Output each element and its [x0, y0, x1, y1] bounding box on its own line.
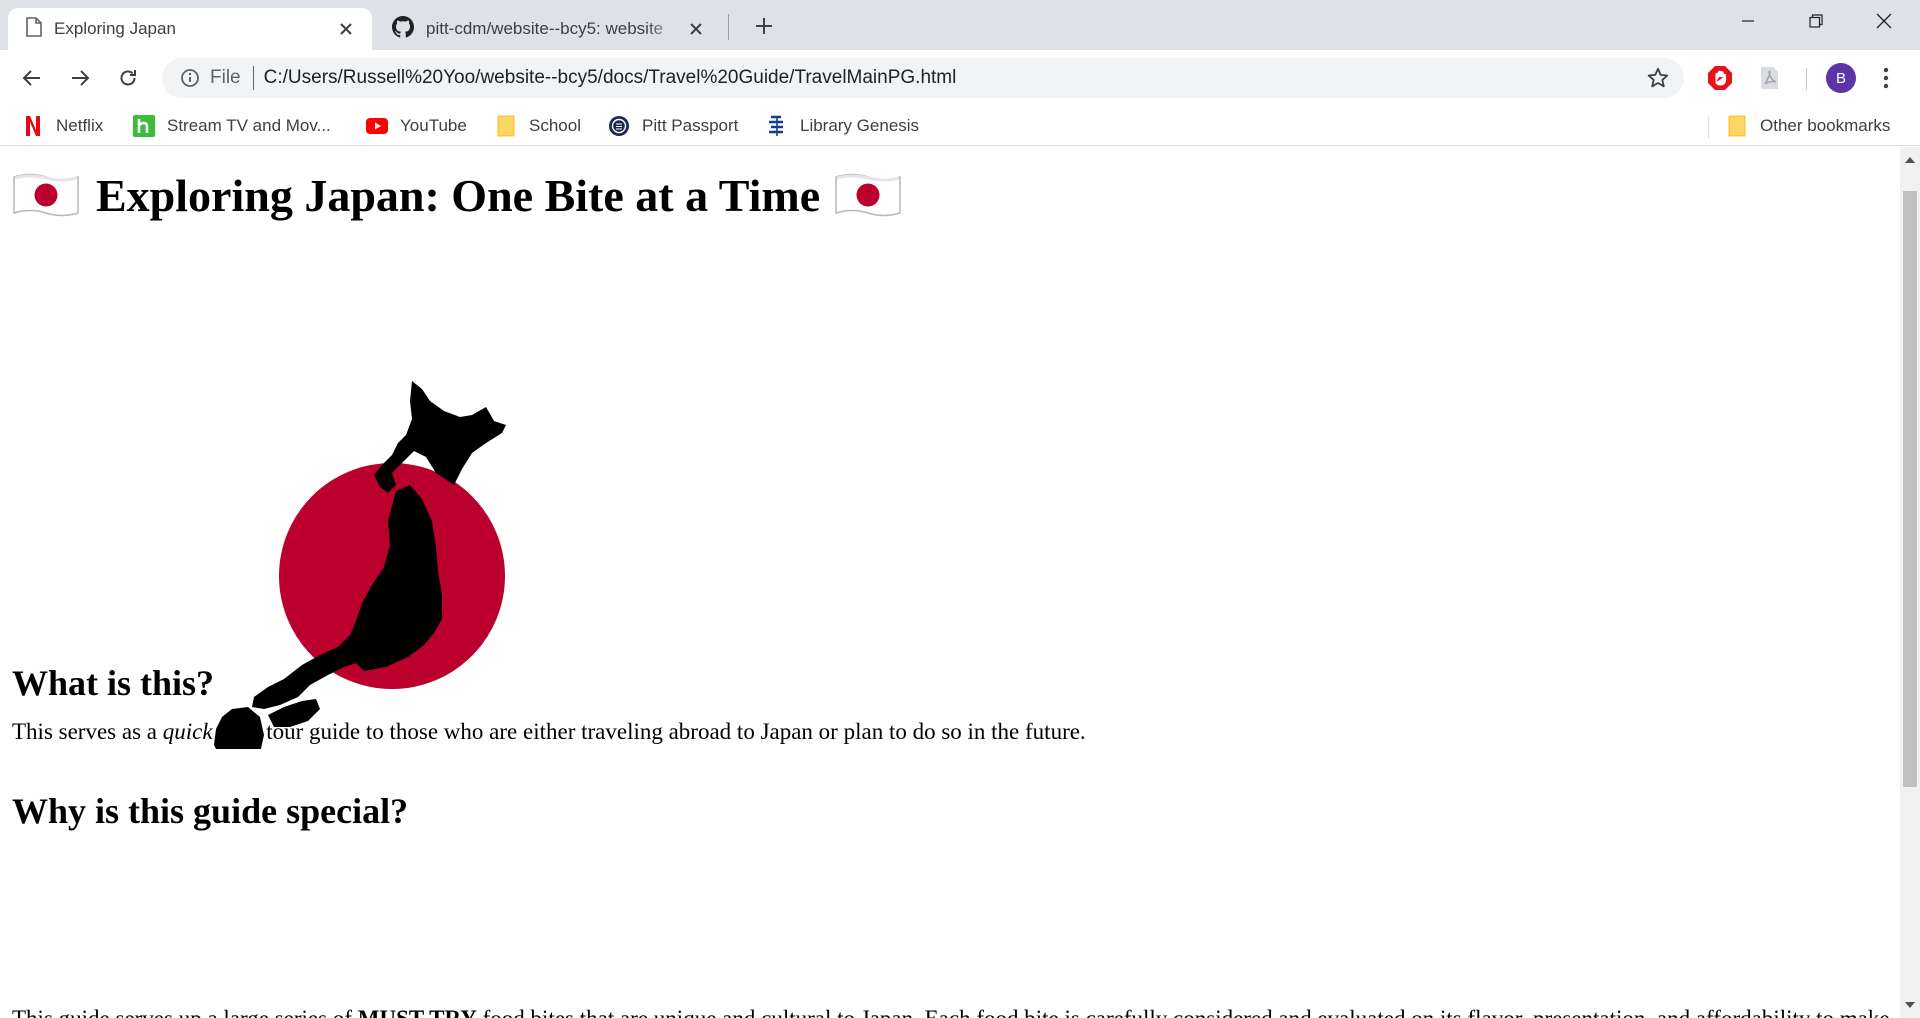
section-text-what: This serves as a quick food tour guide t…: [12, 719, 1086, 744]
tab-title: Exploring Japan: [54, 19, 176, 38]
github-icon: [392, 15, 414, 43]
bookmark-youtube[interactable]: YouTube: [366, 112, 467, 140]
netflix-icon: [22, 115, 44, 137]
close-icon: [1876, 13, 1892, 29]
close-window-button[interactable]: [1852, 0, 1916, 42]
minimize-icon: [1742, 20, 1754, 22]
restore-button[interactable]: [1784, 0, 1848, 42]
section-text-why: This guide serves up a large series of M…: [12, 1006, 1890, 1018]
youtube-icon: [366, 115, 388, 137]
close-tab-icon[interactable]: [334, 17, 358, 41]
toolbar-divider: [1806, 68, 1807, 90]
bookmark-label: Netflix: [56, 116, 104, 135]
plus-icon: [756, 18, 772, 34]
menu-button[interactable]: [1872, 64, 1900, 92]
folder-icon: [495, 115, 517, 137]
url-scheme: File: [210, 67, 241, 88]
profile-avatar[interactable]: B: [1826, 63, 1856, 93]
bookmark-label: YouTube: [400, 116, 467, 135]
section-heading-why: Why is this guide special?: [12, 791, 409, 831]
address-bar[interactable]: File C:/Users/Russell%20Yoo/website--bcy…: [162, 58, 1684, 98]
restore-icon: [1809, 14, 1823, 28]
bookmark-hulu[interactable]: Stream TV and Mov...: [133, 112, 331, 140]
library-icon: [766, 115, 788, 137]
section-heading-what: What is this?: [12, 663, 215, 703]
japan-flag-icon: [12, 172, 80, 218]
bookmark-star-icon[interactable]: [1646, 66, 1670, 90]
kebab-menu-icon: [1883, 67, 1889, 89]
adblock-extension-icon[interactable]: [1706, 64, 1734, 92]
scrollbar-thumb[interactable]: [1903, 191, 1917, 787]
tab-exploring-japan[interactable]: Exploring Japan: [8, 8, 372, 50]
bookmarks-bar: Netflix Stream TV and Mov... YouTube Sch…: [0, 106, 1920, 146]
bookmarks-divider: [1708, 116, 1709, 138]
reload-button[interactable]: [110, 60, 146, 96]
bookmark-school[interactable]: School: [495, 112, 581, 140]
url-text[interactable]: C:/Users/Russell%20Yoo/website--bcy5/doc…: [264, 67, 957, 89]
bookmark-label: Pitt Passport: [642, 116, 739, 135]
forward-arrow-icon: [72, 70, 90, 86]
new-tab-button[interactable]: [748, 10, 780, 42]
url-divider: [252, 66, 254, 90]
minimize-button[interactable]: [1716, 0, 1780, 42]
pitt-icon: [608, 115, 630, 137]
info-icon[interactable]: [178, 66, 202, 90]
japan-flag-icon: [834, 172, 902, 218]
bookmark-label: School: [529, 116, 581, 135]
bookmark-label: Stream TV and Mov...: [167, 116, 331, 135]
page-icon: [26, 16, 42, 42]
page-scrollbar[interactable]: [1900, 147, 1920, 1018]
page-viewport: Exploring Japan: One Bite at a Time What…: [0, 147, 1900, 1018]
reload-icon: [120, 70, 136, 86]
tab-divider: [728, 14, 729, 40]
folder-icon: [1726, 115, 1748, 137]
hulu-icon: [133, 115, 155, 137]
bookmark-label: Other bookmarks: [1760, 116, 1891, 135]
tab-strip: Exploring Japan pitt-cdm/website--bcy5: …: [0, 0, 1920, 50]
bookmark-label: Library Genesis: [800, 116, 920, 135]
bookmark-library-genesis[interactable]: Library Genesis: [766, 112, 919, 140]
bookmark-netflix[interactable]: Netflix: [22, 112, 103, 140]
tab-github[interactable]: pitt-cdm/website--bcy5: website: [374, 8, 722, 50]
scroll-up-arrow-icon[interactable]: [1900, 151, 1920, 169]
page-title: Exploring Japan: One Bite at a Time: [12, 165, 902, 225]
tab-title: pitt-cdm/website--bcy5: website: [426, 19, 664, 38]
back-arrow-icon: [22, 70, 40, 86]
forward-button[interactable]: [62, 60, 98, 96]
pdf-extension-icon[interactable]: [1755, 64, 1783, 92]
browser-toolbar: File C:/Users/Russell%20Yoo/website--bcy…: [0, 50, 1920, 106]
bookmark-other[interactable]: Other bookmarks: [1726, 112, 1890, 140]
bookmark-pitt-passport[interactable]: Pitt Passport: [608, 112, 738, 140]
back-button[interactable]: [14, 60, 50, 96]
close-tab-icon[interactable]: [684, 17, 708, 41]
scroll-down-arrow-icon[interactable]: [1900, 996, 1920, 1014]
page-title-text: Exploring Japan: One Bite at a Time: [96, 169, 821, 221]
